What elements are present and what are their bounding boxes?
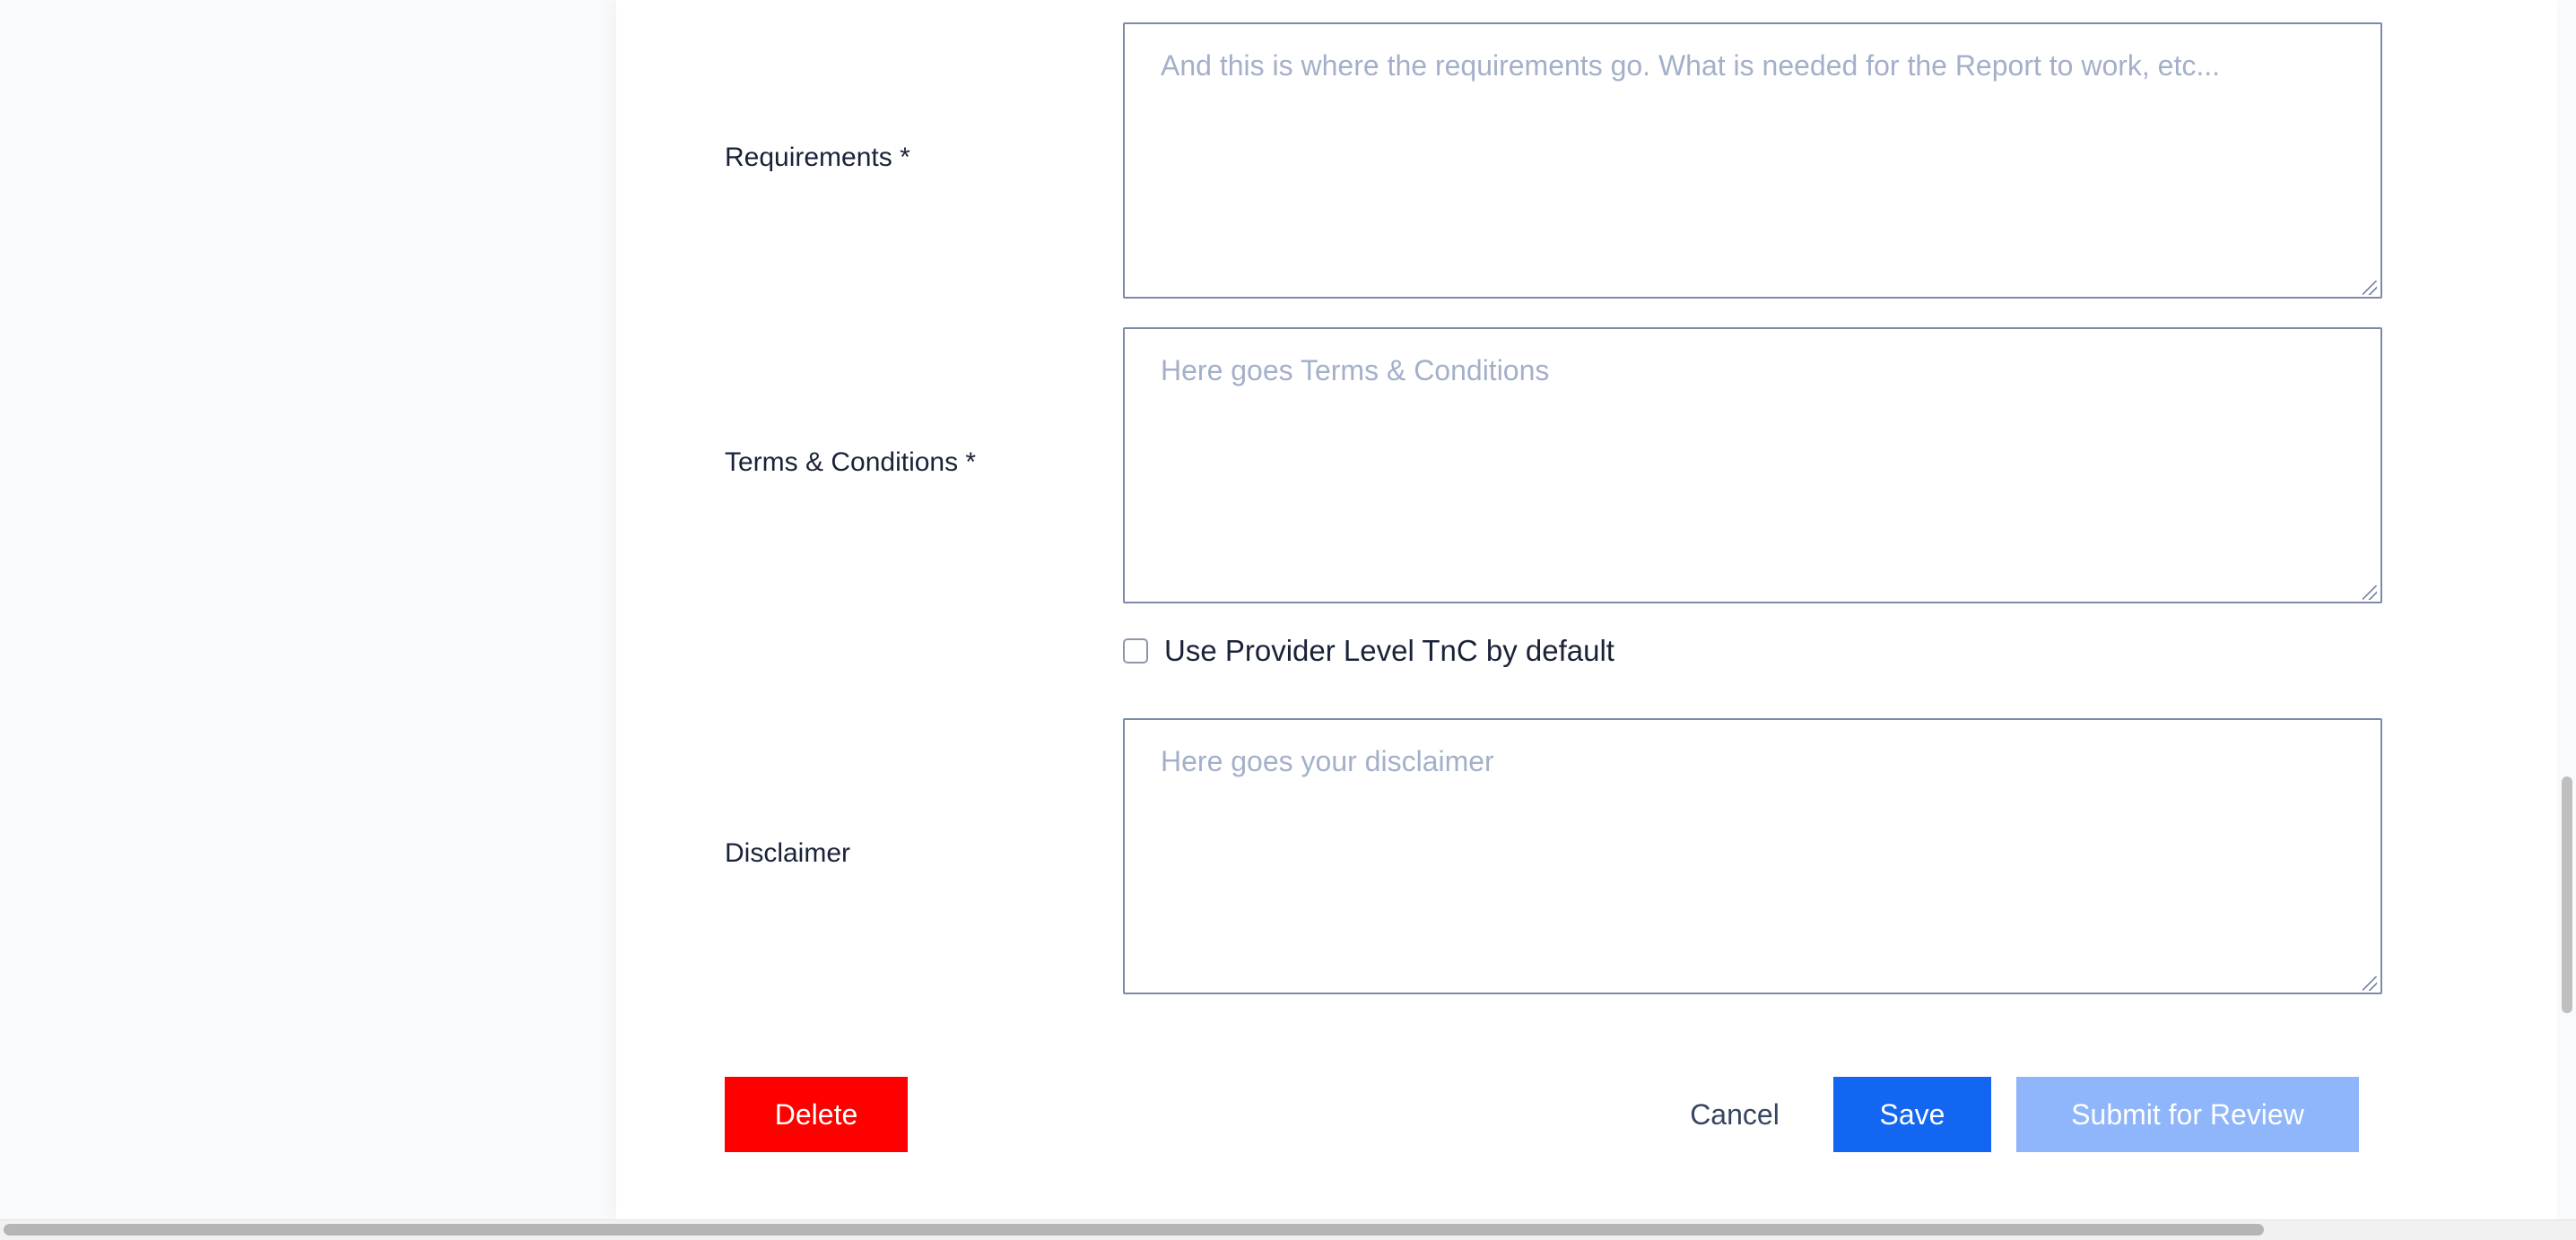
use-provider-tnc-checkbox[interactable] (1123, 638, 1148, 663)
cancel-button[interactable]: Cancel (1665, 1077, 1805, 1152)
delete-button[interactable]: Delete (725, 1077, 908, 1152)
submit-for-review-button[interactable]: Submit for Review (2016, 1077, 2359, 1152)
disclaimer-resize-handle[interactable] (2363, 976, 2377, 991)
vertical-scrollbar-thumb[interactable] (2562, 776, 2572, 1013)
terms-label: Terms & Conditions * (725, 447, 977, 477)
terms-textarea[interactable] (1123, 327, 2382, 603)
requirements-label: Requirements * (725, 143, 910, 172)
terms-resize-handle[interactable] (2363, 585, 2377, 600)
horizontal-scrollbar-thumb[interactable] (4, 1224, 2264, 1236)
left-side-panel (0, 0, 616, 1219)
save-button[interactable]: Save (1833, 1077, 1991, 1152)
disclaimer-textarea[interactable] (1123, 718, 2382, 994)
requirements-textarea[interactable] (1123, 22, 2382, 299)
requirements-resize-handle[interactable] (2363, 281, 2377, 295)
use-provider-tnc-row[interactable]: Use Provider Level TnC by default (1123, 633, 1614, 669)
use-provider-tnc-label[interactable]: Use Provider Level TnC by default (1164, 634, 1614, 668)
disclaimer-label: Disclaimer (725, 838, 851, 868)
